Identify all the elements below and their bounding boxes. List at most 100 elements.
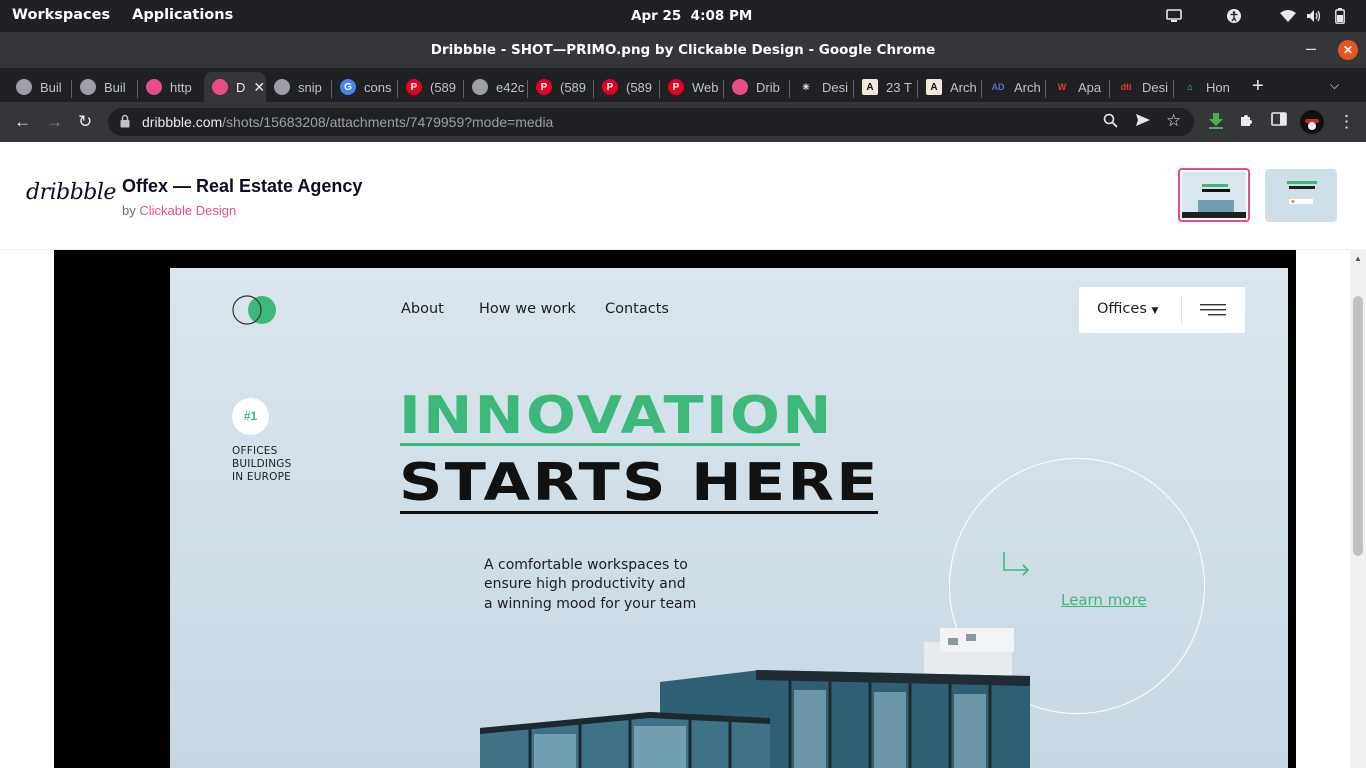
forward-arrow-icon[interactable]: → [46,112,63,132]
battery-icon[interactable] [1330,6,1350,26]
tab-label: Drib [756,79,780,95]
globe-icon [16,79,32,95]
tab-7[interactable]: e42c [464,72,528,102]
pinterest-icon: P [406,79,422,95]
page-scrollbar[interactable]: ▲ [1350,250,1366,768]
browser-toolbar: ← → ↻ dribbble.com/shots/15683208/attach… [0,102,1366,142]
scrollbar-thumb[interactable] [1353,296,1363,556]
download-icon[interactable] [1207,112,1225,134]
screen-icon[interactable] [1164,6,1184,26]
globe-icon [472,79,488,95]
zoom-icon[interactable] [1103,113,1118,132]
wa-icon: W [1054,79,1070,95]
tab-15[interactable]: AD Arch [982,72,1046,102]
dribbble-logo[interactable]: dribbble [26,180,116,205]
shot-arrow-icon [1003,552,1030,576]
tab-1[interactable]: Buil [72,72,138,102]
tab-label: (589 [560,79,587,95]
workspaces-button[interactable]: Workspaces [12,7,110,23]
back-arrow-icon[interactable]: ← [14,112,31,132]
tab-13[interactable]: A 23 T [854,72,918,102]
dti-icon: dti [1118,79,1134,95]
tab-11[interactable]: Drib [724,72,790,102]
shot-image: About How we work Contacts Offices ▼ #1 … [170,268,1288,768]
tab-14[interactable]: A Arch [918,72,982,102]
close-window-button[interactable]: ✕ [1338,40,1358,60]
shot-offices-dropdown: Offices ▼ [1079,287,1245,333]
shot-copy-line-1: A comfortable workspaces to [484,557,688,573]
clock[interactable]: Apr 25 4:08 PM [631,8,752,24]
volume-icon[interactable] [1304,6,1324,26]
tab-9[interactable]: P (589 [594,72,660,102]
window-titlebar: Dribbble - SHOT—PRIMO.png by Clickable D… [0,32,1366,68]
shot-headline-black: STARTS HERE [399,453,880,513]
dribbble-icon [212,79,228,95]
wifi-icon[interactable] [1278,6,1298,26]
tab-17[interactable]: dti Desi [1110,72,1174,102]
system-top-bar: Workspaces Applications Apr 25 4:08 PM [0,0,1366,32]
tab-label: e42c [496,79,525,95]
shot-badge-line-1: OFFICES [232,445,278,457]
tab-5[interactable]: Gcons [332,72,398,102]
applications-button[interactable]: Applications [132,7,233,23]
tab-0[interactable]: Buil [8,72,72,102]
minimize-button[interactable]: – [1306,38,1316,59]
tab-6[interactable]: P (589 [398,72,464,102]
tab-8[interactable]: P (589 [528,72,594,102]
offex-logo-icon [232,295,276,325]
send-icon[interactable] [1135,113,1151,131]
tab-label: Hon [1206,79,1230,95]
shot-badge-line-2: BUILDINGS [232,458,292,470]
shot-copy-line-3: a winning mood for your team [484,596,697,612]
dribbble-icon [732,79,748,95]
letter-a-icon: A [926,79,942,95]
attachment-thumbnail-2[interactable] [1265,169,1337,222]
google-icon: G [340,79,356,95]
tab-2[interactable]: http [138,72,204,102]
tab-3[interactable]: D ✕ [204,72,266,102]
tab-label: Web [692,79,719,95]
pinterest-icon: P [536,79,552,95]
window-title: Dribbble - SHOT—PRIMO.png by Clickable D… [430,42,936,58]
menu-kebab-icon[interactable]: ⋮ [1338,112,1355,132]
author-link[interactable]: Clickable Design [139,203,236,218]
tab-18[interactable]: ⌂ Hon [1174,72,1238,102]
dribbble-shot-header: dribbble Offex — Real Estate Agency by C… [0,142,1366,250]
new-tab-button[interactable]: + [1252,75,1264,98]
shot-nav-about: About [401,301,444,317]
tab-label: D [236,79,246,95]
extensions-puzzle-icon[interactable] [1239,112,1255,132]
tab-12[interactable]: ✳ Desi [790,72,854,102]
lock-icon [120,114,130,128]
dribbble-icon [146,79,162,95]
letter-a-icon: A [862,79,878,95]
tab-label: snip [298,79,322,95]
asterisk-icon: ✳ [798,79,814,95]
address-bar[interactable]: dribbble.com/shots/15683208/attachments/… [108,108,1194,136]
tab-search-chevron-icon[interactable]: ⌵ [1330,78,1339,93]
shot-copy-line-2: ensure high productivity and [484,576,686,592]
ad-icon: AD [990,79,1006,95]
tab-label: (589 [430,79,457,95]
scroll-up-arrow-icon[interactable]: ▲ [1354,254,1362,263]
shot-hamburger-icon [1200,304,1226,316]
profile-avatar[interactable] [1300,110,1324,138]
close-tab-icon[interactable]: ✕ [253,79,265,96]
shot-headline-green: INNOVATION [399,386,834,446]
tab-label: Arch [950,79,977,95]
accessibility-icon[interactable] [1224,6,1244,26]
shot-nav-contacts: Contacts [605,301,669,317]
byline: by Clickable Design [122,203,237,218]
attachment-thumbnail-1[interactable] [1178,168,1250,222]
media-stage: About How we work Contacts Offices ▼ #1 … [54,250,1296,768]
media-viewer: About How we work Contacts Offices ▼ #1 … [0,250,1350,768]
tab-16[interactable]: W Apa [1046,72,1110,102]
tab-10[interactable]: P Web [660,72,724,102]
tab-label: 23 T [886,79,912,95]
tab-label: Buil [40,79,62,95]
reload-icon[interactable]: ↻ [78,112,92,132]
pinterest-icon: P [668,79,684,95]
bookmark-star-icon[interactable]: ☆ [1166,111,1181,131]
tab-4[interactable]: snip [266,72,332,102]
side-panel-icon[interactable] [1271,112,1287,130]
